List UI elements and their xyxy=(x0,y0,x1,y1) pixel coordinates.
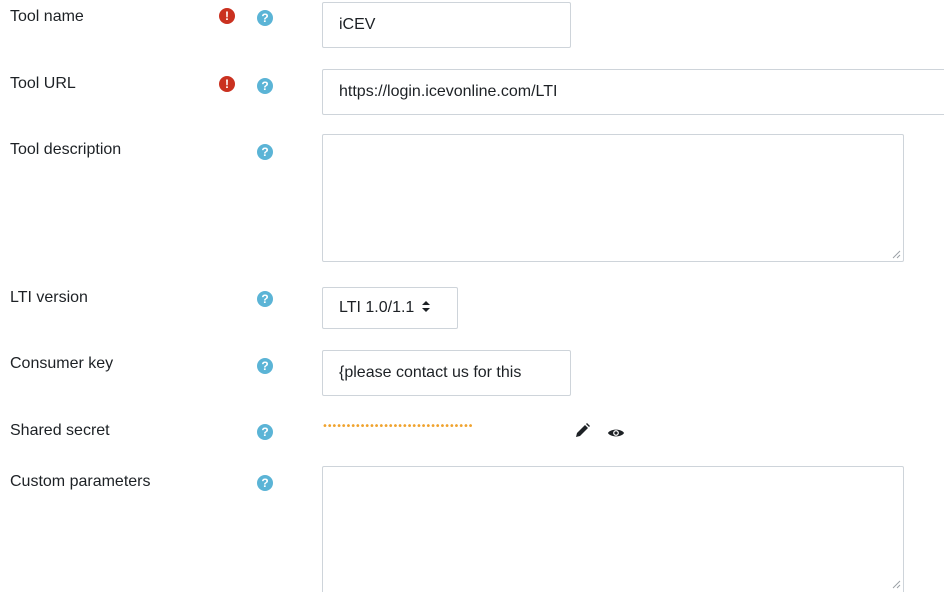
help-icon[interactable]: ? xyxy=(257,78,273,94)
lti-version-label: LTI version xyxy=(10,289,88,306)
custom-parameters-label: Custom parameters xyxy=(10,473,151,490)
help-icon[interactable]: ? xyxy=(257,475,273,491)
shared-secret-masked-value[interactable]: •••••••••••••••••••••••••••••••• xyxy=(322,419,474,435)
consumer-key-label: Consumer key xyxy=(10,355,114,372)
resize-grip-icon[interactable] xyxy=(891,579,901,589)
lti-version-selected-value: LTI 1.0/1.1 xyxy=(339,299,415,316)
help-icon[interactable]: ? xyxy=(257,291,273,307)
help-icon[interactable]: ? xyxy=(257,144,273,160)
help-icon[interactable]: ? xyxy=(257,358,273,374)
tool-description-label: Tool description xyxy=(10,141,122,158)
consumer-key-input[interactable]: {please contact us for this xyxy=(322,350,571,396)
tool-name-label: Tool name xyxy=(10,8,84,25)
required-icon: ! xyxy=(219,76,235,92)
sort-caret-icon xyxy=(422,301,431,315)
help-icon[interactable]: ? xyxy=(257,424,273,440)
tool-url-label: Tool URL xyxy=(10,75,76,92)
tool-name-input[interactable]: iCEV xyxy=(322,2,571,48)
tool-url-input[interactable]: https://login.icevonline.com/LTI xyxy=(322,69,944,115)
resize-grip-icon[interactable] xyxy=(891,249,901,259)
required-icon: ! xyxy=(219,8,235,24)
shared-secret-label: Shared secret xyxy=(10,422,110,439)
tool-description-textarea[interactable] xyxy=(322,134,904,262)
lti-version-select[interactable]: LTI 1.0/1.1 xyxy=(322,287,458,329)
custom-parameters-textarea[interactable] xyxy=(322,466,904,592)
lti-tool-settings-form: Tool name ! ? iCEV Tool URL ! ? https://… xyxy=(0,0,944,592)
pencil-icon[interactable] xyxy=(573,422,591,440)
eye-icon[interactable] xyxy=(607,424,625,442)
help-icon[interactable]: ? xyxy=(257,10,273,26)
